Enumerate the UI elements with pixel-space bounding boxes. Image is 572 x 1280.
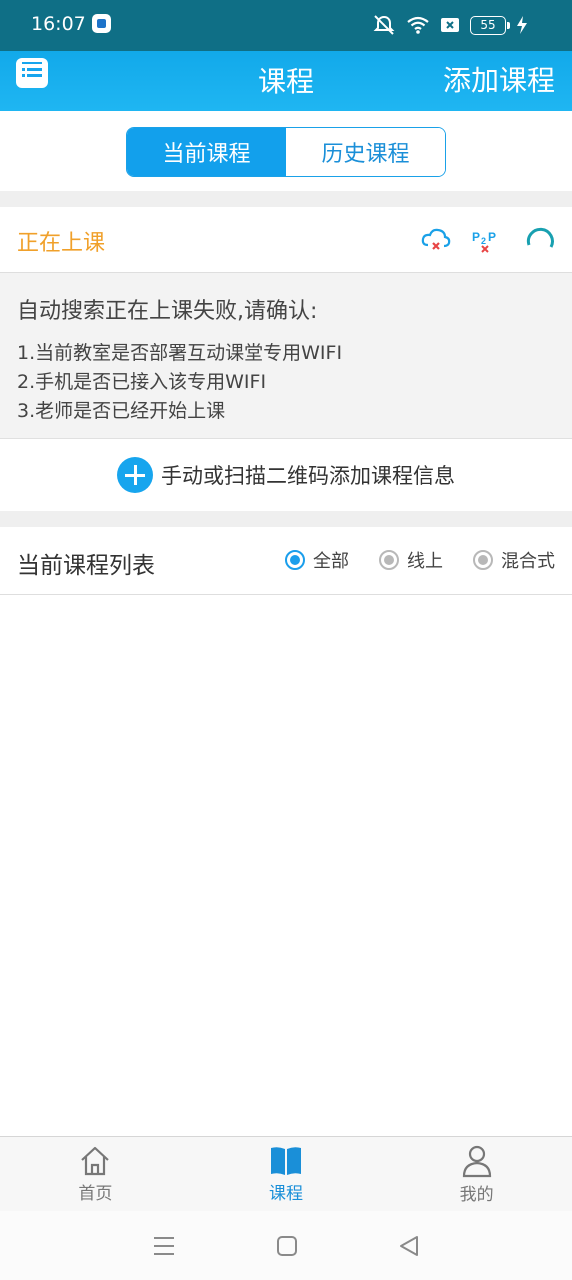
person-icon bbox=[462, 1145, 491, 1177]
notice-line: 1.当前教室是否部署互动课堂专用WIFI bbox=[17, 342, 343, 364]
filter-label[interactable]: 全部 bbox=[313, 547, 349, 573]
mute-icon bbox=[373, 15, 395, 35]
course-list-title: 当前课程列表 bbox=[17, 553, 155, 579]
search-failed-notice: 自动搜索正在上课失败,请确认: 1.当前教室是否部署互动课堂专用WIFI 2.手… bbox=[0, 273, 572, 439]
nav-home[interactable]: 首页 bbox=[0, 1137, 191, 1211]
section-divider bbox=[0, 511, 572, 527]
cloud-error-icon[interactable] bbox=[420, 227, 452, 253]
battery-icon: 55 bbox=[470, 15, 510, 35]
svg-text:P: P bbox=[488, 230, 496, 244]
status-icons: 55 bbox=[372, 14, 528, 36]
notice-line: 3.老师是否已经开始上课 bbox=[17, 400, 226, 422]
live-class-row: 正在上课 P 2 P bbox=[0, 207, 572, 273]
add-course-button[interactable]: 添加课程 bbox=[443, 59, 555, 99]
book-icon bbox=[271, 1146, 301, 1175]
notice-line: 2.手机是否已接入该专用WIFI bbox=[17, 371, 267, 393]
nav-profile[interactable]: 我的 bbox=[381, 1137, 572, 1211]
svg-text:P: P bbox=[472, 230, 480, 244]
section-divider bbox=[0, 191, 572, 207]
radio-unselected-icon[interactable] bbox=[379, 550, 399, 570]
course-list-empty-area bbox=[0, 595, 572, 1135]
radio-selected-icon[interactable] bbox=[285, 550, 305, 570]
app-notification-icon bbox=[92, 14, 111, 33]
home-icon bbox=[81, 1146, 110, 1175]
filter-label[interactable]: 线上 bbox=[407, 547, 443, 573]
nav-label: 我的 bbox=[459, 1184, 494, 1205]
system-navigation-bar bbox=[0, 1211, 572, 1280]
recent-apps-icon[interactable] bbox=[152, 1235, 176, 1257]
filter-online-radio[interactable]: 线上 bbox=[379, 547, 443, 573]
filter-label[interactable]: 混合式 bbox=[501, 547, 555, 573]
live-class-label: 正在上课 bbox=[17, 231, 106, 256]
nav-courses[interactable]: 课程 bbox=[191, 1137, 382, 1211]
course-tabs: 当前课程 历史课程 bbox=[126, 127, 446, 177]
radio-unselected-icon[interactable] bbox=[473, 550, 493, 570]
course-list-header: 当前课程列表 全部 线上 混合式 bbox=[0, 527, 572, 595]
status-time: 16:07 bbox=[31, 13, 86, 35]
bottom-navigation: 首页 课程 我的 bbox=[0, 1136, 572, 1211]
loading-spinner-icon bbox=[526, 227, 554, 248]
add-course-row[interactable]: 手动或扫描二维码添加课程信息 bbox=[0, 439, 572, 511]
add-course-label[interactable]: 手动或扫描二维码添加课程信息 bbox=[161, 460, 455, 490]
status-bar: 16:07 55 bbox=[0, 0, 572, 51]
nav-label: 课程 bbox=[269, 1183, 303, 1204]
p2p-error-icon[interactable]: P 2 P bbox=[471, 227, 501, 253]
app-bar: 课程 添加课程 bbox=[0, 51, 572, 111]
wifi-icon bbox=[407, 16, 429, 34]
back-icon[interactable] bbox=[398, 1235, 420, 1257]
plus-circle-icon[interactable] bbox=[117, 457, 153, 493]
course-filter-group: 全部 线上 混合式 bbox=[285, 547, 555, 573]
charging-icon bbox=[517, 16, 527, 34]
svg-text:2: 2 bbox=[481, 236, 486, 246]
tab-current-courses[interactable]: 当前课程 bbox=[127, 128, 286, 176]
home-button-icon[interactable] bbox=[276, 1235, 298, 1257]
notice-title: 自动搜索正在上课失败,请确认: bbox=[17, 299, 318, 324]
nav-label: 首页 bbox=[78, 1183, 113, 1204]
filter-hybrid-radio[interactable]: 混合式 bbox=[473, 547, 555, 573]
filter-all-radio[interactable]: 全部 bbox=[285, 547, 349, 573]
sim-blocked-icon bbox=[441, 18, 459, 32]
tab-history-courses[interactable]: 历史课程 bbox=[286, 128, 445, 176]
